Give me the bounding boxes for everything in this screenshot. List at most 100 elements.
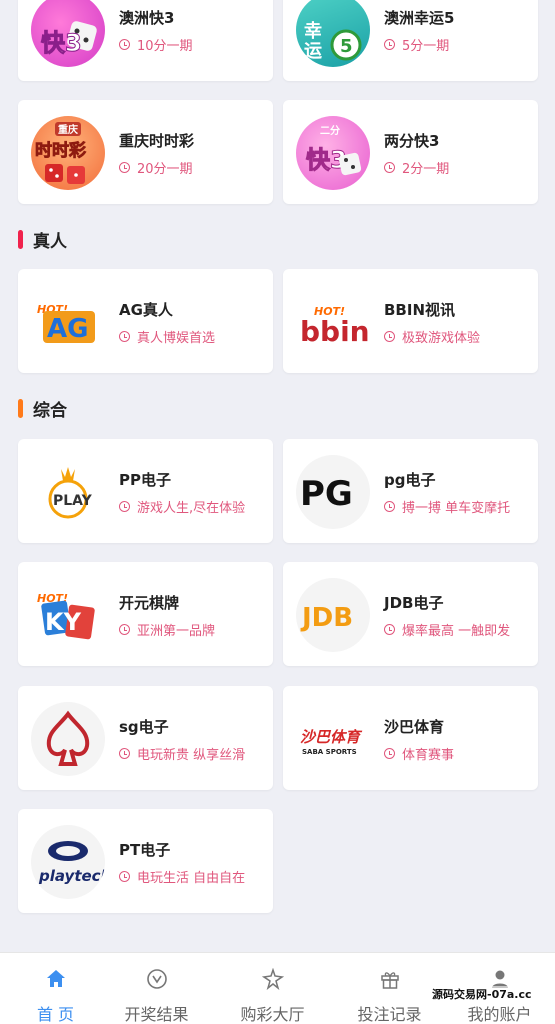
tab-label: 我的账户 <box>467 1005 532 1024</box>
clock-icon <box>119 501 130 512</box>
svg-text:bbin: bbin <box>300 315 370 348</box>
clock-icon <box>384 162 395 173</box>
game-desc: 体育赛事 <box>384 744 454 763</box>
svg-text:JDB: JDB <box>300 603 353 633</box>
game-card-ag[interactable]: HOT! AG AG真人 真人博娱首选 <box>18 269 273 373</box>
svg-text:重庆: 重庆 <box>58 123 78 136</box>
game-name: 沙巴体育 <box>384 718 445 736</box>
playtech-logo-icon: playtech <box>31 825 105 899</box>
section-accent-bar <box>18 230 23 249</box>
saba-sports-logo-icon: 沙巴体育 SABA SPORTS <box>296 702 370 776</box>
watermark-text: 源码交易网-07a.cc <box>432 986 532 1002</box>
game-desc: 游戏人生,尽在体验 <box>119 497 245 516</box>
lucky5-ball-icon: 幸 运 5 <box>296 0 370 67</box>
svg-text:运: 运 <box>304 41 322 62</box>
game-name: 两分快3 <box>384 132 440 150</box>
tab-lottery-hall[interactable]: 购彩大厅 <box>217 953 328 1024</box>
jdb-logo-icon: JDB <box>296 578 370 652</box>
bbin-logo-icon: HOT! bbin <box>296 285 370 359</box>
game-card-bbin[interactable]: HOT! bbin BBIN视讯 极致游戏体验 <box>283 269 538 373</box>
lottery-hall-icon <box>217 967 328 991</box>
game-name: PT电子 <box>119 841 171 859</box>
clock-icon <box>384 39 395 50</box>
game-name: 重庆时时彩 <box>119 132 195 150</box>
clock-icon <box>119 748 130 759</box>
game-card-sg[interactable]: sg电子 电玩新贵 纵享丝滑 <box>18 686 273 790</box>
tab-bet-records[interactable]: 投注记录 <box>334 953 445 1024</box>
svg-text:KY: KY <box>45 608 82 636</box>
ag-logo-icon: HOT! AG <box>31 285 105 359</box>
dice-kuai3-icon: 快3 <box>31 0 105 67</box>
game-name: 澳洲幸运5 <box>384 9 455 27</box>
game-period: 5分一期 <box>384 35 449 54</box>
svg-text:AG: AG <box>47 314 88 344</box>
pp-play-logo-icon: PLAY <box>31 455 105 529</box>
game-name: pg电子 <box>384 471 436 489</box>
game-card-kaiyuan[interactable]: HOT! KY 开元棋牌 亚洲第一品牌 <box>18 562 273 666</box>
game-name: 开元棋牌 <box>119 594 180 612</box>
game-period: 20分一期 <box>119 158 193 177</box>
svg-text:时时彩: 时时彩 <box>35 141 86 161</box>
svg-text:SABA SPORTS: SABA SPORTS <box>302 748 357 756</box>
game-card-liangfen-kuai3[interactable]: 二分 快3 两分快3 2分一期 <box>283 100 538 204</box>
game-card-pg[interactable]: PG pg电子 搏一搏 单车变摩托 <box>283 439 538 543</box>
lottery-result-icon <box>101 967 212 991</box>
clock-icon <box>119 624 130 635</box>
tab-label: 投注记录 <box>357 1005 422 1024</box>
game-desc: 搏一搏 单车变摩托 <box>384 497 510 516</box>
clock-icon <box>384 624 395 635</box>
svg-text:沙巴体育: 沙巴体育 <box>300 728 363 746</box>
svg-text:二分: 二分 <box>320 124 340 137</box>
section-header-live: 真人 <box>18 227 67 252</box>
game-card-pt[interactable]: playtech PT电子 电玩生活 自由自在 <box>18 809 273 913</box>
game-name: BBIN视讯 <box>384 301 456 319</box>
gift-icon <box>334 967 445 991</box>
tab-lottery-results[interactable]: 开奖结果 <box>101 953 212 1024</box>
clock-icon <box>119 331 130 342</box>
svg-text:5: 5 <box>340 36 353 57</box>
svg-text:playtech: playtech <box>38 867 105 885</box>
section-header-general: 综合 <box>18 396 67 421</box>
svg-text:PLAY: PLAY <box>53 493 93 509</box>
tab-label: 开奖结果 <box>124 1005 189 1024</box>
clock-icon <box>384 331 395 342</box>
clock-icon <box>119 39 130 50</box>
game-card-jdb[interactable]: JDB JDB电子 爆率最高 一触即发 <box>283 562 538 666</box>
game-card-aozhou-xingyun5[interactable]: 幸 运 5 澳洲幸运5 5分一期 <box>283 0 538 81</box>
section-title: 真人 <box>33 232 67 252</box>
game-period: 2分一期 <box>384 158 449 177</box>
game-desc: 爆率最高 一触即发 <box>384 620 510 639</box>
game-period: 10分一期 <box>119 35 193 54</box>
sg-spade-logo-icon <box>31 702 105 776</box>
tab-label: 购彩大厅 <box>240 1005 305 1024</box>
pg-logo-icon: PG <box>296 455 370 529</box>
game-card-aozhou-kuai3[interactable]: 快3 澳洲快3 10分一期 <box>18 0 273 81</box>
home-icon <box>0 967 111 991</box>
game-desc: 亚洲第一品牌 <box>119 620 215 639</box>
two-min-kuai3-icon: 二分 快3 <box>296 116 370 190</box>
game-desc: 真人博娱首选 <box>119 327 215 346</box>
tab-home[interactable]: 首 页 <box>0 953 111 1024</box>
game-name: 澳洲快3 <box>119 9 175 27</box>
svg-text:PG: PG <box>300 474 353 514</box>
clock-icon <box>384 501 395 512</box>
svg-text:快3: 快3 <box>41 29 82 57</box>
game-desc: 电玩生活 自由自在 <box>119 867 245 886</box>
ky-logo-icon: HOT! KY <box>31 578 105 652</box>
game-card-chongqing-ssc[interactable]: 重庆 时时彩 重庆时时彩 20分一期 <box>18 100 273 204</box>
game-name: sg电子 <box>119 718 169 736</box>
section-title: 综合 <box>33 401 67 421</box>
section-accent-bar <box>18 399 23 418</box>
clock-icon <box>384 748 395 759</box>
chongqing-ssc-icon: 重庆 时时彩 <box>31 116 105 190</box>
clock-icon <box>119 162 130 173</box>
game-name: PP电子 <box>119 471 171 489</box>
svg-text:幸: 幸 <box>304 20 322 42</box>
clock-icon <box>119 871 130 882</box>
game-desc: 电玩新贵 纵享丝滑 <box>119 744 245 763</box>
game-card-pp[interactable]: PLAY PP电子 游戏人生,尽在体验 <box>18 439 273 543</box>
tab-label: 首 页 <box>36 1005 75 1024</box>
game-name: JDB电子 <box>384 594 444 612</box>
game-card-saba[interactable]: 沙巴体育 SABA SPORTS 沙巴体育 体育赛事 <box>283 686 538 790</box>
game-name: AG真人 <box>119 301 173 319</box>
